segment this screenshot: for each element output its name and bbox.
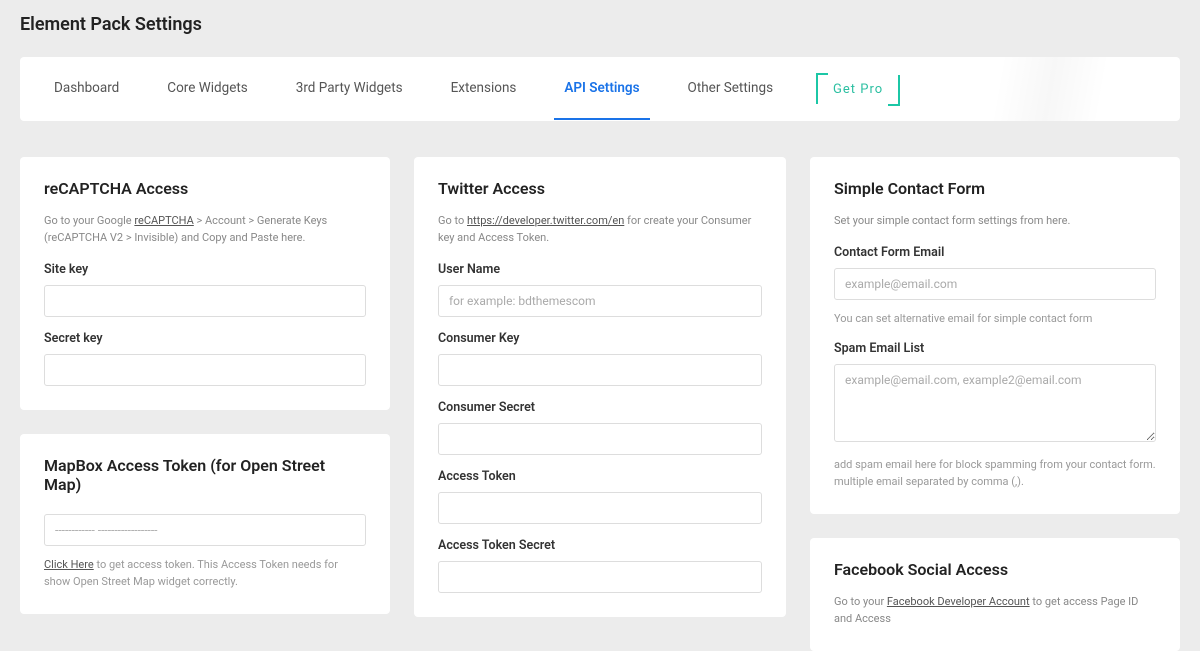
tab-extensions[interactable]: Extensions — [441, 58, 527, 120]
recaptcha-secret-key-label: Secret key — [44, 331, 366, 346]
tab-get-pro[interactable]: Get Pro — [819, 75, 897, 104]
contact-desc: Set your simple contact form settings fr… — [834, 212, 1156, 229]
twitter-consumer-key-input[interactable] — [438, 354, 762, 386]
recaptcha-site-key-input[interactable] — [44, 285, 366, 317]
tabs-nav: Dashboard Core Widgets 3rd Party Widgets… — [20, 57, 1180, 121]
card-mapbox: MapBox Access Token (for Open Street Map… — [20, 434, 390, 614]
tab-other-settings[interactable]: Other Settings — [678, 58, 784, 120]
contact-spam-textarea[interactable] — [834, 364, 1156, 442]
mapbox-token-input[interactable] — [44, 514, 366, 546]
mapbox-heading: MapBox Access Token (for Open Street Map… — [44, 456, 366, 494]
tab-3rd-party-widgets[interactable]: 3rd Party Widgets — [286, 58, 413, 120]
nav-decoration — [920, 57, 1180, 121]
twitter-access-token-input[interactable] — [438, 492, 762, 524]
contact-heading: Simple Contact Form — [834, 179, 1156, 198]
recaptcha-heading: reCAPTCHA Access — [44, 179, 366, 198]
recaptcha-site-key-label: Site key — [44, 262, 366, 277]
mapbox-hint: Click Here to get access token. This Acc… — [44, 556, 366, 590]
twitter-consumer-secret-label: Consumer Secret — [438, 400, 762, 415]
facebook-heading: Facebook Social Access — [834, 560, 1156, 579]
twitter-dev-link[interactable]: https://developer.twitter.com/en — [467, 214, 624, 227]
recaptcha-secret-key-input[interactable] — [44, 354, 366, 386]
recaptcha-desc: Go to your Google reCAPTCHA > Account > … — [44, 212, 366, 246]
contact-spam-label: Spam Email List — [834, 341, 1156, 356]
contact-email-label: Contact Form Email — [834, 245, 1156, 260]
facebook-desc: Go to your Facebook Developer Account to… — [834, 593, 1156, 627]
twitter-access-token-secret-label: Access Token Secret — [438, 538, 762, 553]
twitter-username-input[interactable] — [438, 285, 762, 317]
twitter-username-label: User Name — [438, 262, 762, 277]
contact-spam-hint: add spam email here for block spamming f… — [834, 456, 1156, 490]
twitter-consumer-secret-input[interactable] — [438, 423, 762, 455]
twitter-access-token-label: Access Token — [438, 469, 762, 484]
twitter-access-token-secret-input[interactable] — [438, 561, 762, 593]
card-recaptcha: reCAPTCHA Access Go to your Google reCAP… — [20, 157, 390, 410]
contact-email-hint: You can set alternative email for simple… — [834, 310, 1156, 327]
card-facebook: Facebook Social Access Go to your Facebo… — [810, 538, 1180, 651]
contact-email-input[interactable] — [834, 268, 1156, 300]
twitter-heading: Twitter Access — [438, 179, 762, 198]
facebook-dev-link[interactable]: Facebook Developer Account — [887, 595, 1030, 608]
card-twitter: Twitter Access Go to https://developer.t… — [414, 157, 786, 617]
mapbox-click-here-link[interactable]: Click Here — [44, 558, 94, 571]
tab-core-widgets[interactable]: Core Widgets — [157, 58, 257, 120]
tab-dashboard[interactable]: Dashboard — [44, 58, 129, 120]
tab-api-settings[interactable]: API Settings — [554, 58, 649, 120]
twitter-desc: Go to https://developer.twitter.com/en f… — [438, 212, 762, 246]
recaptcha-link[interactable]: reCAPTCHA — [134, 214, 193, 227]
twitter-consumer-key-label: Consumer Key — [438, 331, 762, 346]
page-title: Element Pack Settings — [20, 14, 1180, 35]
card-simple-contact-form: Simple Contact Form Set your simple cont… — [810, 157, 1180, 514]
